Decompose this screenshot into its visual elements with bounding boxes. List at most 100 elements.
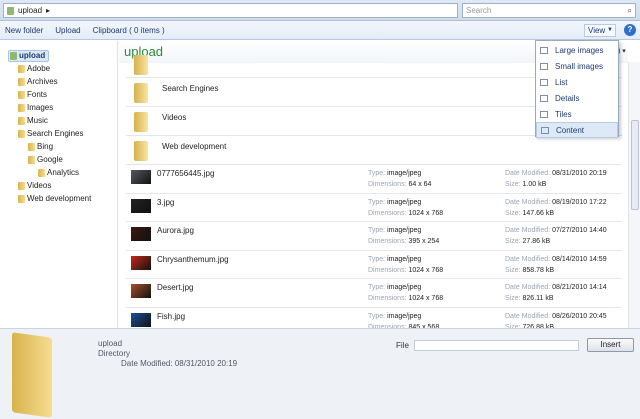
folder-icon [7,6,14,15]
file-row[interactable]: Desert.jpg Type: image/jpeg Dimensions: 10… [126,279,622,308]
tree-label: Music [27,116,48,125]
file-row[interactable]: 0777656445.jpg Type: image/jpeg Dimensions… [126,165,622,194]
file-size: 858.78 kB [522,266,555,274]
tree-item[interactable]: Analytics [0,166,117,179]
size-label: Size: [505,295,521,302]
image-thumbnail [131,284,151,298]
tree-item[interactable]: Google [0,153,117,166]
folder-icon [28,155,35,164]
view-menu-item[interactable]: Small images [536,58,618,74]
folder-tree: upload Adobe Archives Fonts Images Music Sear… [0,41,118,328]
tree-label: Bing [37,142,54,151]
search-input[interactable]: Search ⌕ [462,3,636,18]
tree-item[interactable]: Bing [0,140,117,153]
date-label: Date Modified: [505,198,551,206]
view-label: View [588,26,606,35]
file-name: Chrysanthemum.jpg [157,254,229,264]
file-type-info: Type: image/jpeg Dimensions: 1024 x 768 [368,282,443,304]
tree-label: Fonts [27,90,48,99]
tree-item[interactable]: Videos [0,179,117,192]
type-label: Type: [368,198,386,206]
menu-label: Details [555,93,580,103]
tree-item[interactable]: Fonts [0,88,117,101]
file-size: 826.11 kB [522,295,554,302]
detail-date-label: Date Modified: [121,359,173,368]
view-button[interactable]: View ▼ [584,24,616,37]
file-row[interactable]: 3.jpg Type: image/jpeg Dimensions: 1024 x … [126,194,622,222]
file-dimensions: 1024 x 768 [408,266,444,274]
view-mode-icon [540,78,548,86]
file-row[interactable]: Aurora.jpg Type: image/jpeg Dimensions: 39… [126,222,622,251]
address-bar: upload ▸ Search ⌕ [0,0,640,21]
tree-item[interactable]: Search Engines [0,127,117,140]
tree-item[interactable]: Web development [0,192,117,205]
folder-row[interactable]: Web development [126,136,622,165]
tree-item[interactable]: Archives [0,75,117,88]
folder-icon [28,142,35,151]
size-label: Size: [505,266,521,274]
file-type: image/jpeg [387,198,422,206]
folder-icon [18,103,25,112]
file-row[interactable]: Fish.jpg Type: image/jpeg Dimensions: 845 … [126,308,622,329]
type-label: Type: [368,255,386,263]
file-date: 07/27/2010 14:40 [552,227,607,234]
menu-label: Tiles [555,109,572,119]
folder-icon [134,112,148,132]
dimensions-label: Dimensions: [368,209,407,217]
date-label: Date Modified: [505,255,551,263]
chevron-right-icon[interactable]: ▸ [46,6,50,15]
folder-icon [134,55,148,75]
scrollbar[interactable] [628,62,640,328]
help-icon[interactable]: ? [624,24,636,36]
image-thumbnail [131,198,151,213]
dimensions-label: Dimensions: [368,238,407,245]
file-name: 0777656445.jpg [157,169,215,178]
tree-item[interactable]: Music [0,114,117,127]
date-label: Date Modified: [505,227,551,234]
tree-label: Archives [27,77,58,86]
view-mode-icon [540,46,548,54]
folder-name: Search Engines [162,84,219,93]
file-input[interactable] [414,340,579,351]
tree-item[interactable]: Images [0,101,117,114]
view-menu-item[interactable]: Tiles [536,106,618,122]
toolbar: New folder Upload Clipboard ( 0 items ) [0,21,640,40]
tree-label: upload [19,51,46,60]
search-icon[interactable]: ⌕ [628,4,632,17]
file-dimensions: 64 x 64 [408,181,432,188]
file-name: Aurora.jpg [157,226,194,235]
file-row[interactable]: Chrysanthemum.jpg Type: image/jpeg Dimensi… [126,251,622,279]
view-menu-item[interactable]: List [536,74,618,90]
folder-name: Videos [162,113,187,122]
detail-date: 08/31/2010 20:19 [174,359,238,368]
file-type-info: Type: image/jpeg Dimensions: 845 x 568 [368,311,439,329]
insert-button[interactable]: Insert [587,338,634,352]
view-menu-item[interactable]: Content [536,122,618,138]
scrollbar-thumb[interactable] [631,120,639,210]
path-segment[interactable]: upload [18,6,42,15]
size-label: Size: [505,238,521,245]
file-type-info: Type: image/jpeg Dimensions: 1024 x 768 [368,254,443,276]
type-label: Type: [368,284,386,291]
view-menu: Large images Small images List Details Tiles… [535,40,619,138]
view-menu-item[interactable]: Details [536,90,618,106]
chevron-down-icon: ▼ [607,27,613,33]
file-date: 08/21/2010 14:14 [552,284,607,291]
view-mode-icon [540,110,548,118]
view-menu-item[interactable]: Large images [536,42,618,58]
file-date: 08/19/2010 17:22 [552,198,607,206]
path-box[interactable]: upload ▸ [3,3,458,18]
new-folder-button[interactable]: New folder [5,26,43,35]
file-date-info: Date Modified: 07/27/2010 14:40 Size: 27.… [505,225,607,247]
clipboard-button[interactable]: Clipboard ( 0 items ) [93,26,165,35]
tree-item[interactable]: Adobe [0,62,117,75]
folder-icon [134,141,148,161]
menu-label: Small images [555,61,604,71]
folder-icon [18,90,25,99]
tree-item-upload[interactable]: upload [8,49,50,62]
upload-button[interactable]: Upload [55,26,80,35]
file-type: image/jpeg [387,312,422,320]
sort-dropdown[interactable]: ) ▾ [618,47,626,55]
image-thumbnail [131,170,151,184]
file-type-info: Type: image/jpeg Dimensions: 64 x 64 [368,168,431,190]
